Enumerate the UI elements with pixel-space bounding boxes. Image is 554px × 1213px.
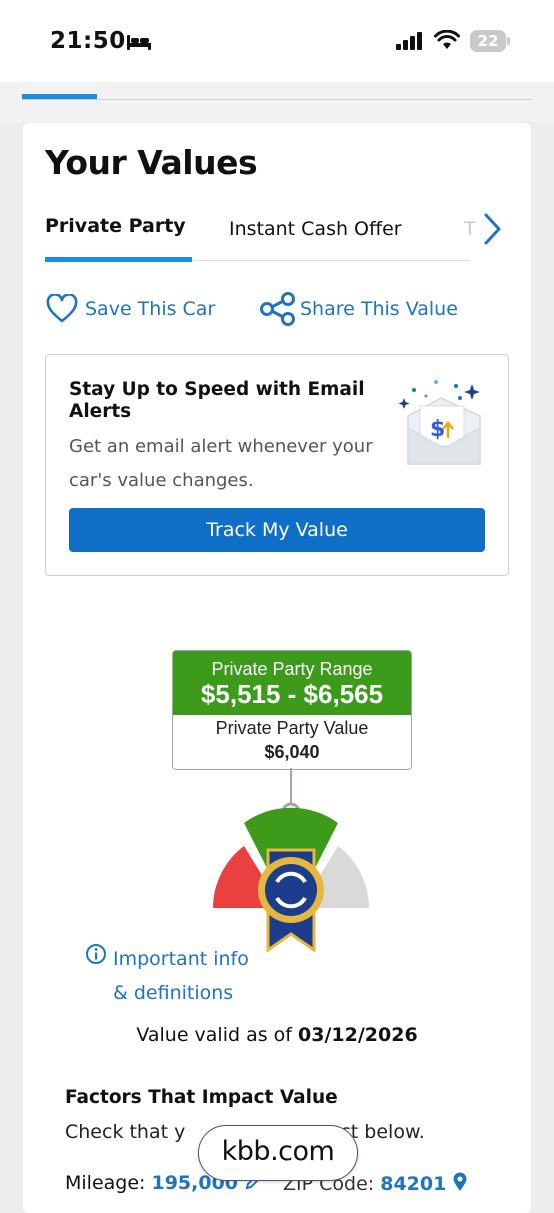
- tab-active-indicator: [45, 257, 192, 262]
- alert-title: Stay Up to Speed with Email Alerts: [69, 379, 365, 422]
- status-time: 21:50: [50, 28, 126, 54]
- page-title: Your Values: [45, 143, 258, 182]
- tab-trade-in[interactable]: T: [464, 218, 476, 240]
- share-icon[interactable]: [259, 292, 297, 326]
- factors-title: Factors That Impact Value: [65, 1087, 338, 1108]
- top-divider: [22, 99, 532, 100]
- svg-text:$: $: [430, 417, 445, 442]
- battery-icon: 22: [470, 30, 506, 52]
- cellular-signal-icon: [396, 32, 422, 50]
- private-party-value: $6,040: [264, 742, 320, 762]
- share-value-link[interactable]: Share This Value: [300, 298, 458, 320]
- site-url-pill[interactable]: kbb.com: [198, 1125, 358, 1181]
- email-dollar-icon: $: [398, 380, 481, 465]
- track-my-value-button[interactable]: Track My Value: [69, 508, 485, 552]
- tab-instant-cash-offer[interactable]: Instant Cash Offer: [229, 218, 402, 240]
- important-info-line-2[interactable]: & definitions: [113, 976, 249, 1010]
- valid-date: 03/12/2026: [298, 1024, 418, 1046]
- value-gauge: [213, 768, 369, 953]
- range-value: $5,515 - $6,565: [200, 679, 384, 709]
- valid-prefix: Value valid as of: [136, 1024, 292, 1046]
- value-valid-date: Value valid as of 03/12/2026: [0, 1024, 554, 1046]
- important-info-link[interactable]: Important info & definitions: [113, 942, 249, 1010]
- private-party-range-box: Private Party Range $5,515 - $6,565 Priv…: [172, 650, 412, 770]
- mileage-label: Mileage:: [65, 1172, 146, 1194]
- tab-private-party[interactable]: Private Party: [45, 215, 186, 237]
- alert-description: Get an email alert whenever your car's v…: [69, 436, 373, 491]
- sleep-focus-icon: [127, 35, 151, 50]
- wifi-icon: [434, 30, 460, 49]
- zip-value[interactable]: 84201: [380, 1173, 446, 1195]
- heart-icon[interactable]: [46, 294, 78, 324]
- private-party-value-label: Private Party Value: [215, 718, 369, 738]
- info-icon[interactable]: [85, 943, 107, 965]
- battery-nub: [507, 37, 510, 45]
- location-pin-icon[interactable]: [452, 1172, 468, 1192]
- top-strip: [0, 82, 554, 122]
- factors-text-start: Check that y: [65, 1121, 186, 1143]
- important-info-line-1[interactable]: Important info: [113, 942, 249, 976]
- save-car-link[interactable]: Save This Car: [85, 298, 215, 320]
- top-active-indicator: [22, 94, 97, 99]
- range-label: Private Party Range: [211, 659, 373, 679]
- chevron-right-icon[interactable]: [482, 212, 504, 246]
